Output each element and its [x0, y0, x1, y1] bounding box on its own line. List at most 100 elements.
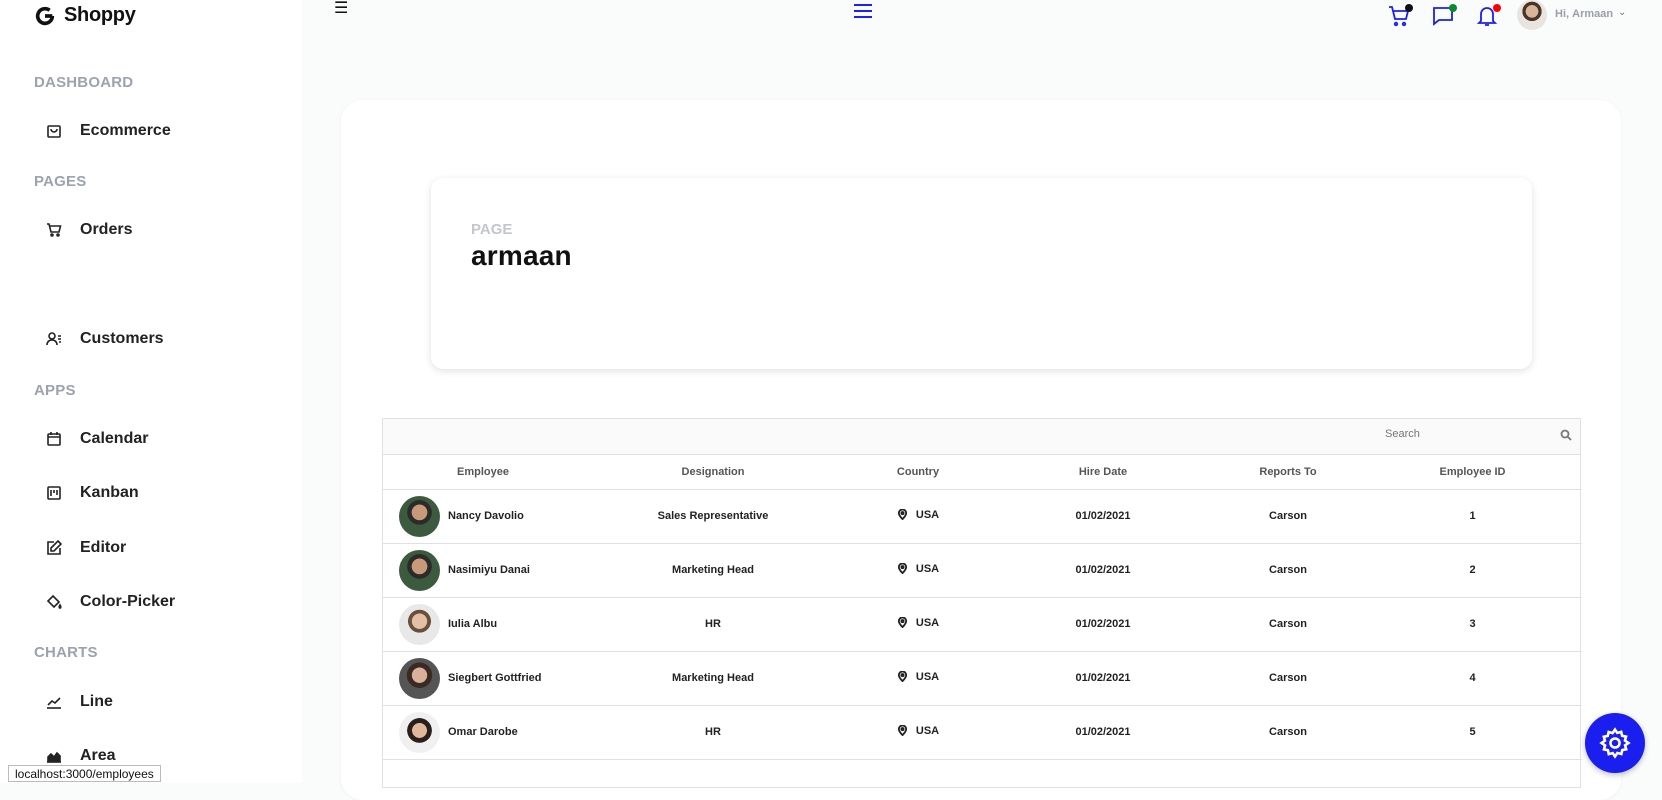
- hire-date-cell: 01/02/2021: [993, 543, 1213, 598]
- country-cell: USA: [897, 725, 939, 737]
- status-bar-url: localhost:3000/employees: [8, 765, 161, 782]
- notification-button[interactable]: [1475, 4, 1501, 30]
- kanban-icon: [47, 486, 61, 500]
- notification-badge: [1493, 4, 1501, 12]
- employee-name: Siegbert Gottfried: [448, 672, 542, 684]
- section-title-pages: PAGES: [34, 173, 87, 190]
- employee-id-cell: 5: [1363, 705, 1582, 760]
- employees-table: Employee Designation Country Hire Date R…: [383, 455, 1582, 760]
- table-header-row: Employee Designation Country Hire Date R…: [383, 455, 1582, 490]
- cart-button[interactable]: [1387, 4, 1413, 30]
- page-header-card: PAGE armaan: [431, 178, 1532, 369]
- shoppy-logo-icon: [35, 6, 55, 25]
- column-header-country[interactable]: Country: [843, 455, 993, 490]
- brand-logo[interactable]: Shoppy: [34, 4, 136, 27]
- chat-button[interactable]: [1431, 4, 1457, 30]
- country-label: USA: [915, 724, 940, 737]
- table-row[interactable]: Omar Darobe HR USA 01/02/2021 Carson 5: [383, 705, 1582, 760]
- sidebar-item-label: Orders: [80, 221, 133, 238]
- grid-toolbar: [383, 419, 1580, 455]
- employee-avatar: [399, 657, 440, 699]
- calendar-icon: [47, 432, 61, 446]
- country-cell: USA: [897, 509, 939, 521]
- employee-avatar: [399, 711, 440, 753]
- sidebar-item-color-picker[interactable]: Color-Picker: [46, 593, 175, 611]
- paint-bucket-icon: [46, 594, 62, 609]
- sidebar-item-orders[interactable]: Orders: [46, 221, 132, 239]
- location-pin-icon: [897, 671, 907, 683]
- page-category: PAGE: [471, 221, 513, 238]
- sidebar-item-label: Calendar: [80, 430, 149, 447]
- sidebar-item-area[interactable]: Area: [46, 747, 116, 765]
- designation-cell: HR: [583, 705, 843, 760]
- employee-id-cell: 4: [1363, 651, 1582, 706]
- location-pin-icon: [897, 725, 907, 737]
- country-cell: USA: [897, 671, 939, 683]
- sidebar-item-label: Ecommerce: [80, 122, 171, 139]
- sidebar-item-customers[interactable]: Customers: [46, 330, 164, 348]
- page-title: armaan: [471, 240, 572, 271]
- employee-avatar: [399, 549, 440, 591]
- table-row[interactable]: Nasimiyu Danai Marketing Head USA 01/02/…: [383, 543, 1582, 598]
- sidebar-item-editor[interactable]: Editor: [46, 539, 126, 557]
- section-title-dashboard: DASHBOARD: [34, 74, 134, 91]
- reports-to-cell: Carson: [1213, 705, 1363, 760]
- reports-to-cell: Carson: [1213, 543, 1363, 598]
- sidebar-item-ecommerce[interactable]: Ecommerce: [46, 122, 171, 140]
- designation-cell: Sales Representative: [583, 489, 843, 544]
- employee-id-cell: 1: [1363, 489, 1582, 544]
- search-icon[interactable]: [1560, 429, 1572, 441]
- employees-grid: Employee Designation Country Hire Date R…: [382, 418, 1582, 788]
- country-cell: USA: [897, 617, 939, 629]
- employee-avatar: [399, 495, 440, 537]
- sidebar-item-line[interactable]: Line: [46, 693, 113, 711]
- theme-settings-button[interactable]: [1585, 713, 1645, 773]
- column-header-hire-date[interactable]: Hire Date: [993, 455, 1213, 490]
- user-avatar[interactable]: [1517, 0, 1547, 30]
- country-label: USA: [915, 670, 940, 683]
- column-header-employee[interactable]: Employee: [383, 455, 583, 490]
- sidebar-item-label: Kanban: [80, 484, 139, 501]
- grid-search[interactable]: [1380, 419, 1580, 454]
- user-greeting[interactable]: Hi, Armaan: [1555, 8, 1613, 20]
- search-input[interactable]: [1385, 428, 1545, 440]
- country-label: USA: [915, 508, 940, 521]
- country-label: USA: [915, 562, 940, 575]
- chevron-down-icon[interactable]: ⌄: [1618, 7, 1626, 18]
- table-row[interactable]: Iulia Albu HR USA 01/02/2021 Carson 3: [383, 597, 1582, 652]
- shopping-bag-icon: [47, 125, 61, 138]
- brand-name: Shoppy: [64, 4, 136, 26]
- gear-icon: [1599, 727, 1631, 759]
- sidebar-item-label: Editor: [80, 539, 127, 556]
- sidebar-item-label: Area: [80, 747, 116, 764]
- employee-id-cell: 2: [1363, 543, 1582, 598]
- customers-icon: [46, 332, 61, 346]
- employee-name: Iulia Albu: [448, 618, 498, 630]
- sidebar-item-kanban[interactable]: Kanban: [46, 484, 139, 502]
- cart-icon: [47, 223, 62, 237]
- user-name: Armaan: [1572, 8, 1614, 20]
- sidebar: Shoppy DASHBOARD Ecommerce PAGES Orders …: [0, 0, 302, 783]
- small-menu-icon[interactable]: ☰: [334, 0, 348, 18]
- employee-name: Nasimiyu Danai: [448, 564, 530, 576]
- reports-to-cell: Carson: [1213, 597, 1363, 652]
- column-header-reports-to[interactable]: Reports To: [1213, 455, 1363, 490]
- location-pin-icon: [897, 617, 907, 629]
- location-pin-icon: [897, 563, 907, 575]
- menu-toggle-icon[interactable]: [854, 4, 872, 24]
- table-row[interactable]: Nancy Davolio Sales Representative USA 0…: [383, 489, 1582, 544]
- section-title-apps: APPS: [34, 382, 76, 399]
- country-cell: USA: [897, 563, 939, 575]
- reports-to-cell: Carson: [1213, 489, 1363, 544]
- sidebar-item-calendar[interactable]: Calendar: [46, 430, 148, 448]
- sidebar-item-label: Line: [80, 693, 113, 710]
- employee-id-cell: 3: [1363, 597, 1582, 652]
- reports-to-cell: Carson: [1213, 651, 1363, 706]
- column-header-designation[interactable]: Designation: [583, 455, 843, 490]
- hire-date-cell: 01/02/2021: [993, 705, 1213, 760]
- table-row[interactable]: Siegbert Gottfried Marketing Head USA 01…: [383, 651, 1582, 706]
- location-pin-icon: [897, 509, 907, 521]
- sidebar-item-label: Customers: [80, 330, 164, 347]
- column-header-employee-id[interactable]: Employee ID: [1363, 455, 1582, 490]
- employee-name: Nancy Davolio: [448, 510, 524, 522]
